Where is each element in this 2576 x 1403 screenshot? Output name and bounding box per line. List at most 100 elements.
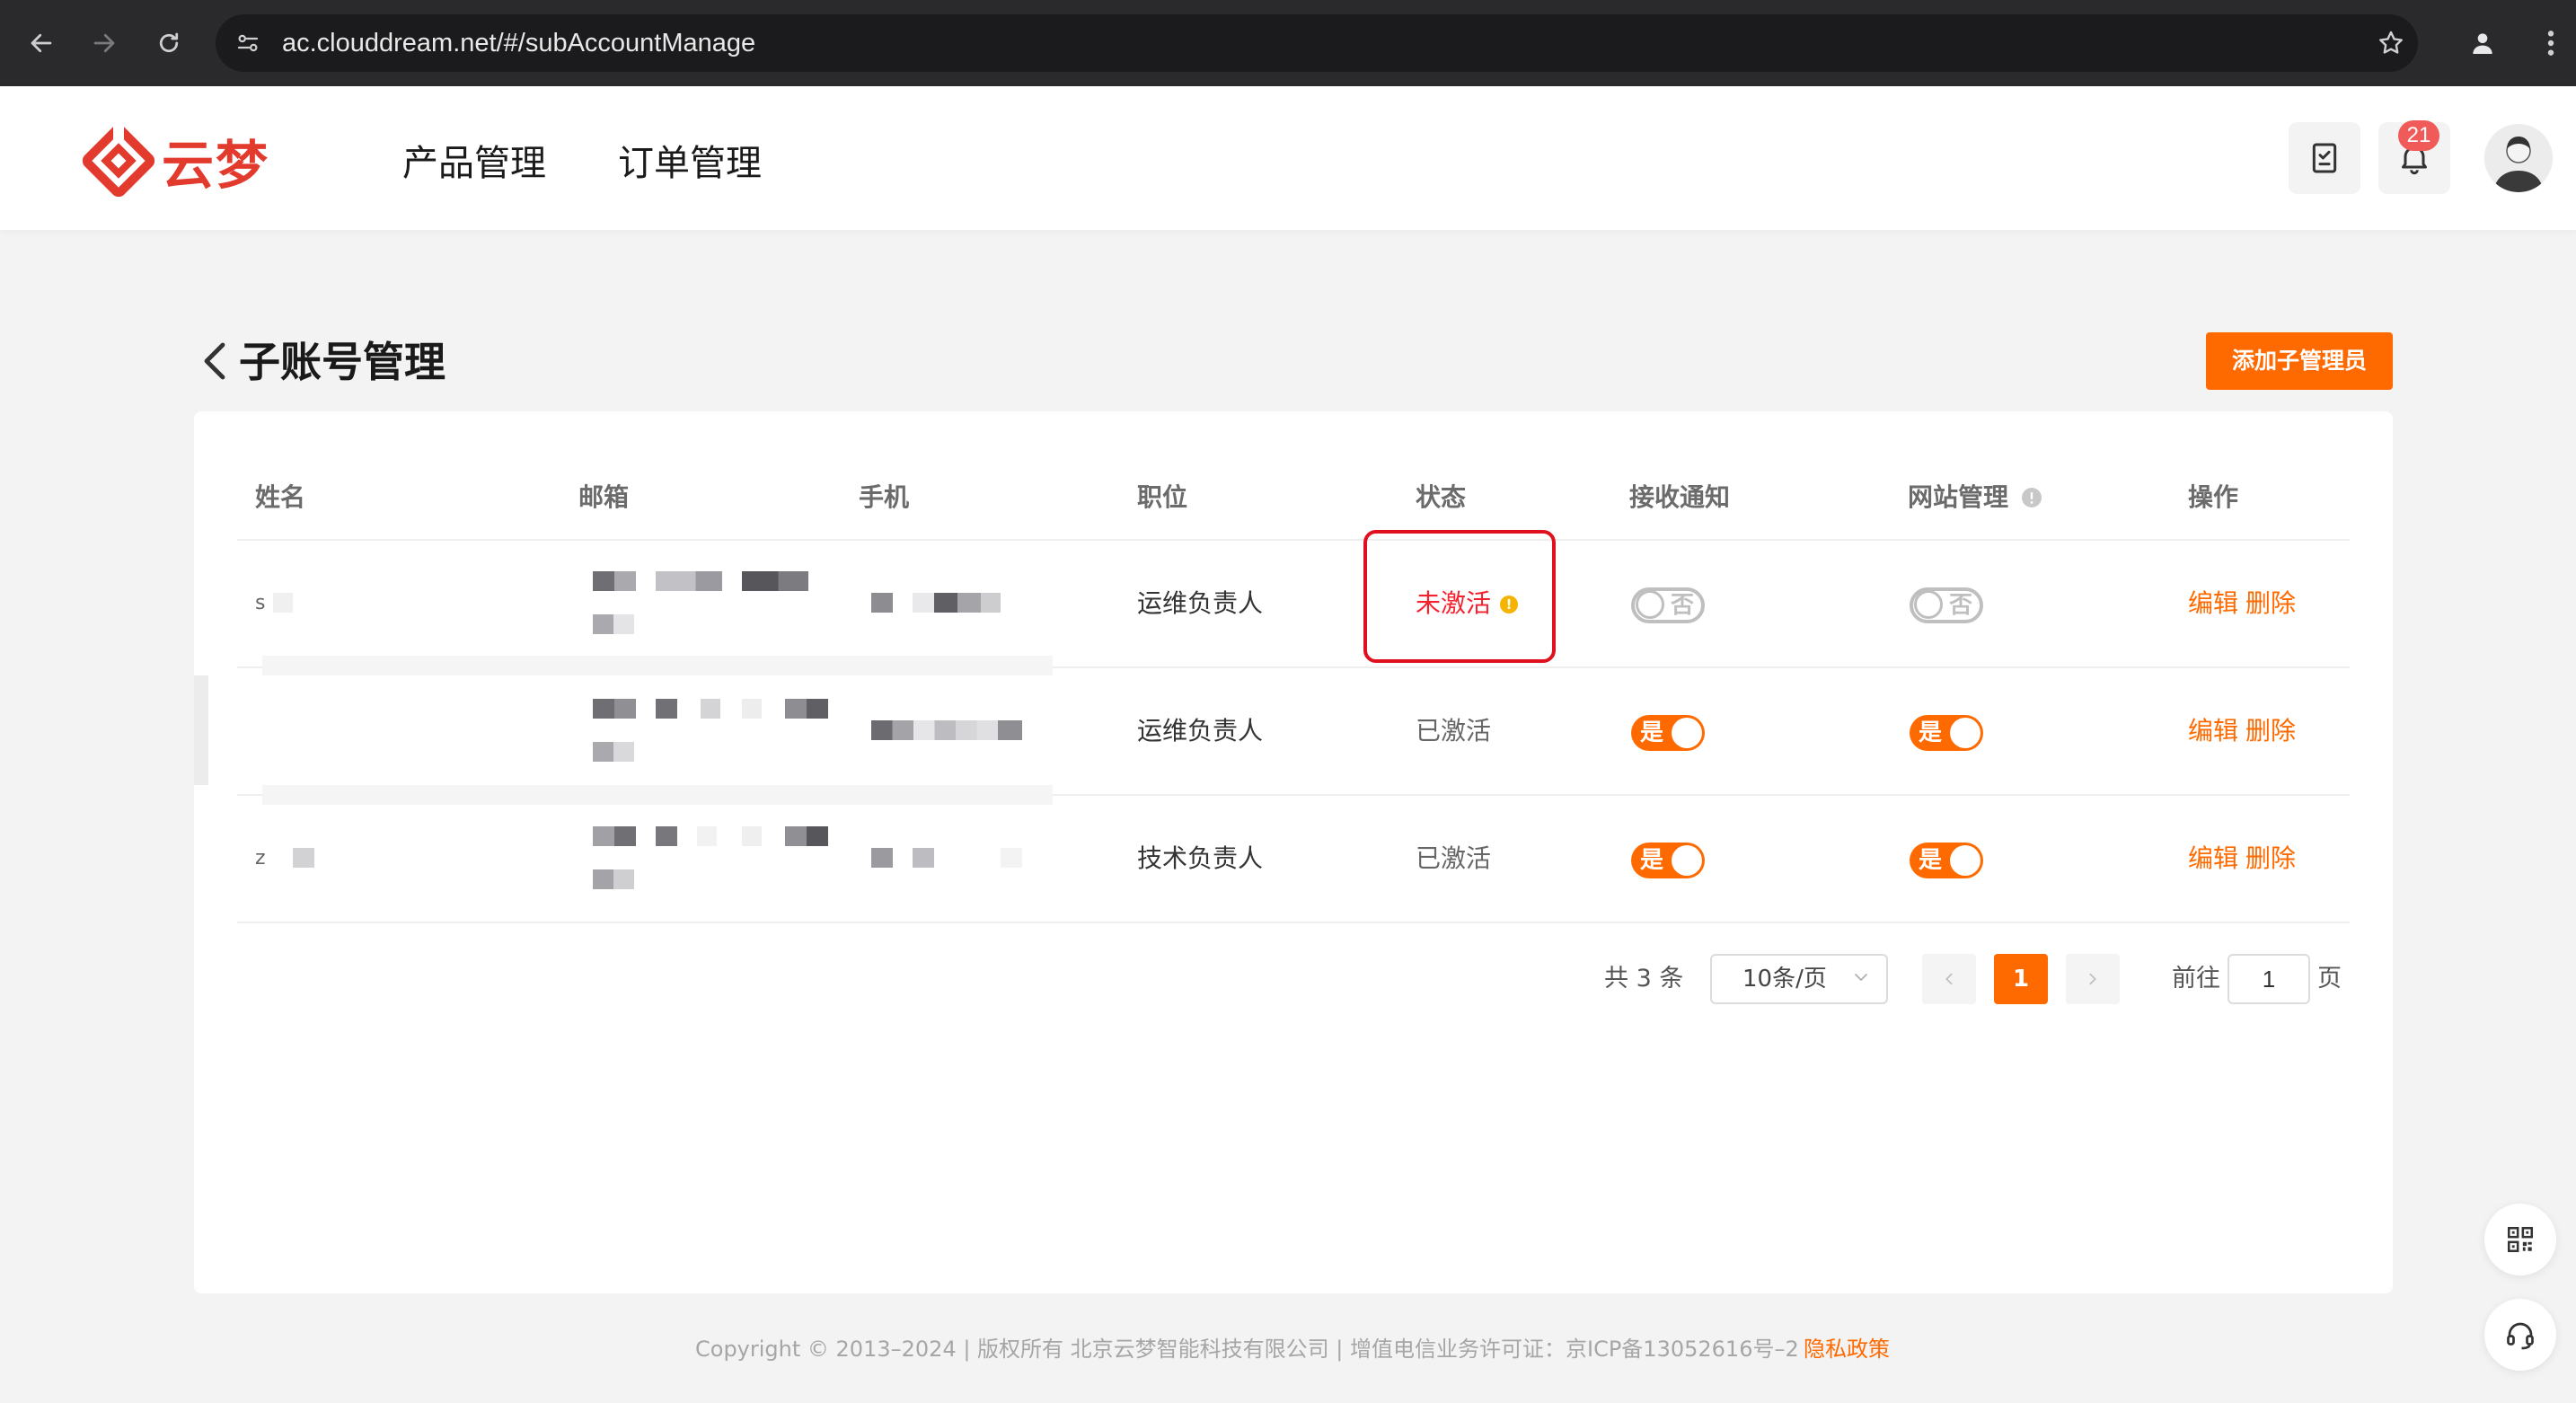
nav-item-product-management[interactable]: 产品管理 xyxy=(402,137,546,190)
privacy-policy-link[interactable]: 隐私政策 xyxy=(1804,1331,1890,1367)
redacted-email xyxy=(785,826,828,846)
chevron-left-icon xyxy=(1945,973,1953,985)
profile-icon[interactable] xyxy=(2461,22,2504,65)
goto-page-input[interactable] xyxy=(2228,954,2310,1004)
redacted-email xyxy=(656,699,677,719)
redacted-phone xyxy=(871,848,893,868)
notification-badge: 21 xyxy=(2398,120,2439,151)
logo-mark-icon xyxy=(83,125,154,197)
footer-copyright: Copyright © 2013–2024 | 版权所有 北京云梦智能科技有限公… xyxy=(695,1337,1799,1362)
edit-link[interactable]: 编辑 xyxy=(2188,839,2238,878)
url-text[interactable]: ac.clouddream.net/#/subAccountManage xyxy=(282,25,755,61)
back-arrow-icon[interactable] xyxy=(20,22,63,65)
delete-link[interactable]: 删除 xyxy=(2245,584,2296,623)
browser-toolbar: ac.clouddream.net/#/subAccountManage xyxy=(0,0,2576,86)
name-cell: s xyxy=(255,592,266,614)
redacted-email xyxy=(593,826,636,846)
chevron-right-icon xyxy=(2089,973,2096,985)
redacted-email xyxy=(593,869,634,889)
redacted-name xyxy=(273,593,293,613)
qr-code-icon xyxy=(2507,1226,2534,1253)
sub-account-card xyxy=(194,411,2393,1293)
redacted-email xyxy=(742,571,808,591)
position-cell: 技术负责人 xyxy=(1137,843,1264,873)
table-divider xyxy=(237,539,2350,541)
prev-page-button[interactable] xyxy=(1922,954,1976,1004)
edit-link[interactable]: 编辑 xyxy=(2188,711,2238,751)
column-header-notify: 接收通知 xyxy=(1629,482,1731,512)
position-cell: 运维负责人 xyxy=(1137,716,1264,746)
name-cell: z xyxy=(255,847,266,869)
switch-label: 是 xyxy=(1919,719,1943,746)
redacted-phone xyxy=(1001,848,1022,868)
clipboard-check-icon xyxy=(2312,143,2337,173)
redacted-phone xyxy=(871,720,1022,740)
switch-label: 是 xyxy=(1640,847,1664,874)
page-size-value: 10条/页 xyxy=(1742,966,1827,993)
notify-switch[interactable]: 是 xyxy=(1631,843,1705,878)
table-divider xyxy=(237,922,2350,923)
redacted-email xyxy=(656,826,677,846)
column-header-site-manage: 网站管理 xyxy=(1908,482,2009,512)
column-header-phone: 手机 xyxy=(859,482,910,512)
column-header-position: 职位 xyxy=(1137,482,1188,512)
info-icon[interactable] xyxy=(2021,487,2042,508)
edit-link[interactable]: 编辑 xyxy=(2188,584,2238,623)
highlight-annotation xyxy=(1363,530,1556,663)
add-sub-admin-button[interactable]: 添加子管理员 xyxy=(2206,332,2393,390)
column-header-email: 邮箱 xyxy=(578,482,630,512)
reload-icon[interactable] xyxy=(147,22,190,65)
switch-label: 是 xyxy=(1919,847,1943,874)
site-manage-switch[interactable]: 否 xyxy=(1910,587,1983,623)
notify-switch[interactable]: 否 xyxy=(1631,587,1705,623)
delete-link[interactable]: 删除 xyxy=(2245,839,2296,878)
redacted-email xyxy=(785,699,828,719)
status-cell: 已激活 xyxy=(1416,843,1492,873)
star-icon[interactable] xyxy=(2371,23,2411,63)
logo[interactable]: 云梦 xyxy=(83,122,269,199)
more-vertical-icon[interactable] xyxy=(2533,22,2569,65)
redacted-phone xyxy=(871,593,893,613)
logo-text: 云梦 xyxy=(162,135,270,196)
column-header-actions: 操作 xyxy=(2188,482,2239,512)
chevron-left-icon xyxy=(204,342,225,380)
redacted-email xyxy=(593,614,634,634)
switch-label: 否 xyxy=(1670,592,1694,619)
site-manage-switch[interactable]: 是 xyxy=(1910,843,1983,878)
notify-switch[interactable]: 是 xyxy=(1631,715,1705,751)
task-button[interactable] xyxy=(2289,122,2360,194)
avatar[interactable] xyxy=(2484,124,2553,192)
column-header-status: 状态 xyxy=(1416,482,1467,512)
redacted-name xyxy=(293,848,314,868)
redacted-email xyxy=(593,699,636,719)
redacted-email xyxy=(742,699,762,719)
goto-prefix: 前往 xyxy=(2172,965,2220,993)
redacted-email xyxy=(697,826,717,846)
column-header-name: 姓名 xyxy=(255,482,306,512)
nav-item-order-management[interactable]: 订单管理 xyxy=(618,137,762,190)
app-header: 云梦 产品管理 订单管理 21 xyxy=(0,86,2576,230)
chevron-down-icon xyxy=(1855,974,1867,982)
qr-code-button[interactable] xyxy=(2484,1204,2556,1275)
redacted-phone xyxy=(913,593,934,613)
page-size-select[interactable]: 10条/页 xyxy=(1710,954,1888,1004)
delete-link[interactable]: 删除 xyxy=(2245,711,2296,751)
site-manage-switch[interactable]: 是 xyxy=(1910,715,1983,751)
redaction-strip xyxy=(262,656,1053,675)
site-settings-icon[interactable] xyxy=(230,25,266,61)
page-number-button[interactable]: 1 xyxy=(1994,954,2048,1004)
page-title: 子账号管理 xyxy=(239,338,446,386)
switch-label: 是 xyxy=(1640,719,1664,746)
redaction-strip xyxy=(262,785,1053,805)
next-page-button[interactable] xyxy=(2066,954,2120,1004)
position-cell: 运维负责人 xyxy=(1137,588,1264,618)
switch-label: 否 xyxy=(1948,592,1972,619)
customer-service-button[interactable] xyxy=(2484,1299,2556,1371)
goto-suffix: 页 xyxy=(2317,965,2342,993)
redacted-email xyxy=(742,826,762,846)
headset-icon xyxy=(2507,1322,2534,1350)
back-button[interactable] xyxy=(198,340,230,383)
redacted-phone xyxy=(913,848,934,868)
forward-arrow-icon[interactable] xyxy=(83,22,126,65)
status-cell: 已激活 xyxy=(1416,716,1492,746)
